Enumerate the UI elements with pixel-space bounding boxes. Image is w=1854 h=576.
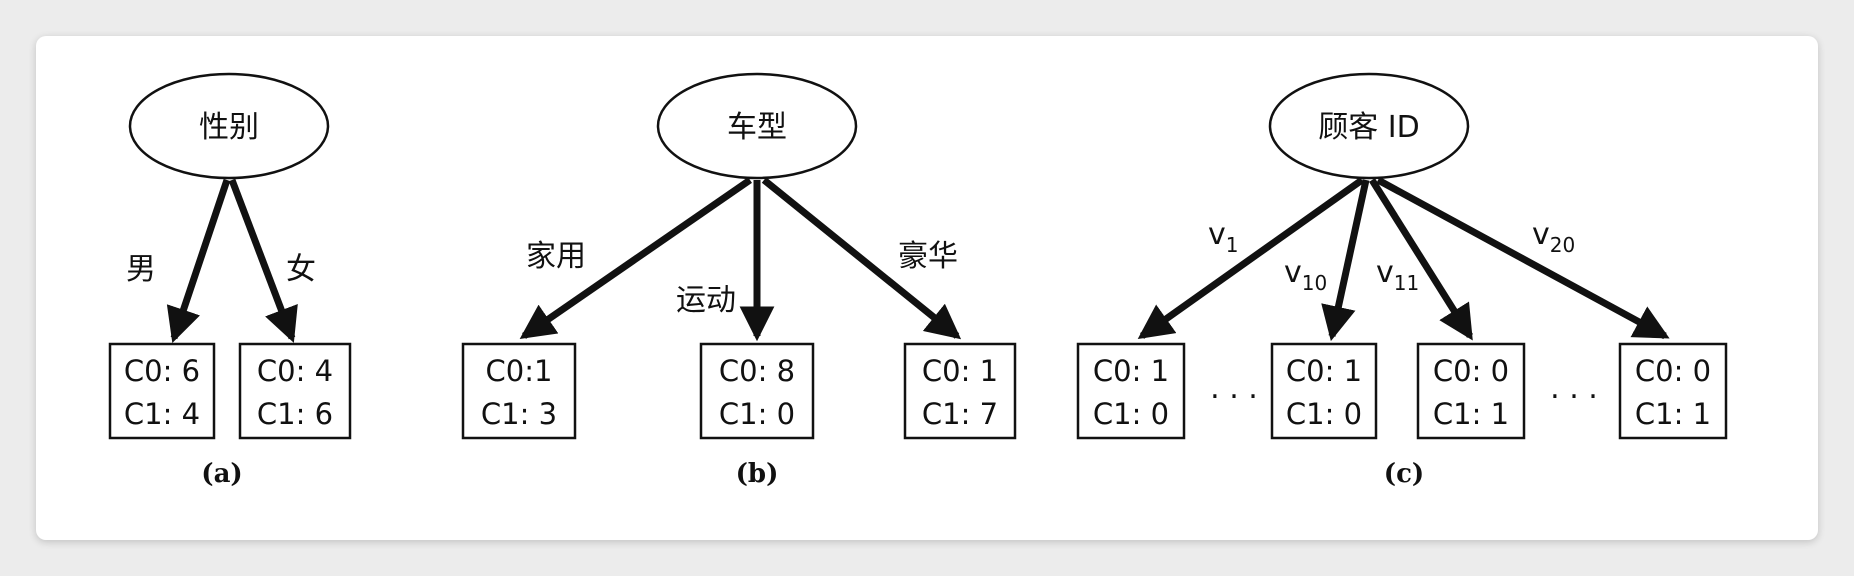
leaf-c0: C0: 6 (124, 354, 200, 388)
edge-v10 (1321, 179, 1370, 342)
caption-c: (c) (1384, 459, 1424, 489)
leaf-c0: C0: 1 (1093, 354, 1169, 388)
tree-c: 顾客 ID v1 v10 v11 v20 C0: 1 C1: 0 . . . C… (1076, 72, 1728, 489)
edge-label-v11: v11 (1376, 255, 1419, 295)
caption-a: (a) (201, 459, 242, 489)
leaf-c1: C1: 0 (1093, 397, 1169, 431)
leaf-c0: C0: 1 (1286, 354, 1362, 388)
tree-b: 车型 家用 运动 豪华 C0:1 C1: 3 C0: 8 C1: 0 C0: 1… (461, 72, 1017, 489)
edge-male (166, 178, 231, 343)
edge-label-luxury: 豪华 (898, 239, 958, 274)
leaf-c1: C1: 1 (1635, 397, 1711, 431)
edge-v1 (1137, 177, 1365, 340)
edge-label-v20: v20 (1532, 217, 1575, 257)
leaf-c0: C0: 1 (922, 354, 998, 388)
root-label: 性别 (199, 110, 259, 145)
leaf-c1: C1: 3 (481, 397, 557, 431)
leaf-c1: C1: 0 (719, 397, 795, 431)
leaf-c0: C0: 4 (257, 354, 333, 388)
leaf-c1: C1: 4 (124, 397, 200, 431)
leaf-c0: C0: 8 (719, 354, 795, 388)
tree-a: 性别 男 女 C0: 6 C1: 4 C0: 4 C1: 6 (a) (108, 72, 352, 489)
leaf-c0: C0: 0 (1635, 354, 1711, 388)
leaf-c1: C1: 6 (257, 397, 333, 431)
ellipsis: . . . (1550, 371, 1598, 406)
edge-label-sports: 运动 (676, 283, 736, 318)
edge-label-male: 男 (126, 252, 156, 287)
edge-label-v1: v1 (1208, 217, 1239, 257)
decision-tree-figure: 性别 男 女 C0: 6 C1: 4 C0: 4 C1: 6 (a) 车型 家用… (108, 72, 1728, 489)
leaf-c1: C1: 7 (922, 397, 998, 431)
root-label: 车型 (727, 110, 787, 145)
edge-label-female: 女 (286, 252, 316, 287)
leaf-c1: C1: 1 (1433, 397, 1509, 431)
leaf-c0: C0: 0 (1433, 354, 1509, 388)
root-label: 顾客 ID (1318, 110, 1419, 145)
edge-female (228, 178, 298, 343)
caption-b: (b) (736, 459, 779, 489)
edge-label-v10: v10 (1284, 255, 1327, 295)
leaf-c0: C0:1 (486, 354, 553, 388)
edge-label-family: 家用 (526, 239, 586, 274)
leaf-c1: C1: 0 (1286, 397, 1362, 431)
ellipsis: . . . (1210, 371, 1258, 406)
